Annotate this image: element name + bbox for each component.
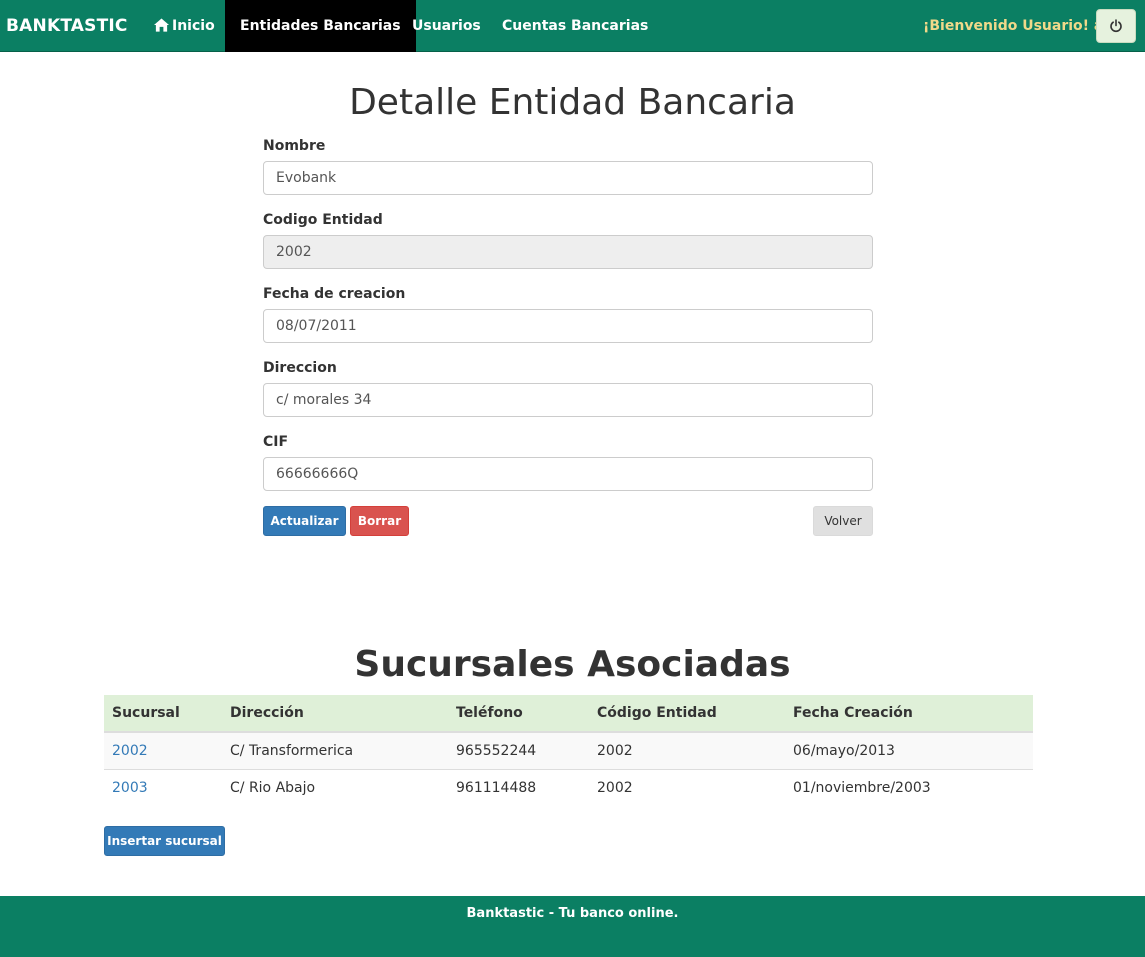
column-header-sucursal: Sucursal: [104, 695, 222, 733]
field-label: Codigo Entidad: [263, 212, 383, 228]
table-cell: 06/mayo/2013: [785, 731, 1033, 769]
direccion-input[interactable]: c/ morales 34: [263, 383, 873, 417]
update-button[interactable]: Actualizar: [263, 506, 346, 536]
delete-button[interactable]: Borrar: [350, 506, 409, 536]
column-header-direccion: Dirección: [222, 695, 448, 733]
field-nombre: Nombre Evobank: [263, 136, 873, 210]
field-label: Nombre: [263, 138, 326, 154]
nav-item-cuentas-bancarias[interactable]: Cuentas Bancarias: [487, 0, 663, 52]
branches-title: Sucursales Asociadas: [354, 644, 791, 685]
column-header-fecha-creacion: Fecha Creación: [785, 695, 1033, 733]
nav-item-label: Inicio: [172, 18, 215, 34]
field-direccion: Direccion c/ morales 34: [263, 358, 873, 432]
field-label: Direccion: [263, 360, 337, 376]
nav-item-inicio[interactable]: Inicio: [139, 0, 230, 52]
back-button[interactable]: Volver: [813, 506, 873, 536]
table-header-row: Sucursal Dirección Teléfono Código Entid…: [104, 695, 1033, 733]
column-header-codigo-entidad: Código Entidad: [589, 695, 785, 733]
insert-branch-button[interactable]: Insertar sucursal: [104, 826, 225, 856]
nav-item-entidades-bancarias[interactable]: Entidades Bancarias: [225, 0, 416, 52]
table-cell: C/ Transformerica: [222, 731, 448, 769]
field-cif: CIF 66666666Q: [263, 432, 873, 506]
table-row: 2003 C/ Rio Abajo 961114488 2002 01/novi…: [104, 768, 1033, 806]
table-cell: 2002: [589, 731, 785, 769]
table-cell: C/ Rio Abajo: [222, 768, 448, 806]
column-header-telefono: Teléfono: [448, 695, 589, 733]
footer-text: Banktastic - Tu banco online.: [466, 906, 679, 921]
power-icon: [1110, 19, 1122, 33]
table-cell: 01/noviembre/2003: [785, 768, 1033, 806]
field-label: Fecha de creacion: [263, 286, 406, 302]
logout-button[interactable]: [1096, 9, 1136, 43]
field-fecha-creacion: Fecha de creacion 08/07/2011: [263, 284, 873, 358]
fecha-creacion-input[interactable]: 08/07/2011: [263, 309, 873, 343]
footer: Banktastic - Tu banco online.: [0, 896, 1145, 957]
nombre-input[interactable]: Evobank: [263, 161, 873, 195]
branches-table: Sucursal Dirección Teléfono Código Entid…: [104, 695, 1033, 806]
field-label: CIF: [263, 434, 289, 450]
top-navbar: BANKTASTIC Inicio Entidades Bancarias Us…: [0, 0, 1145, 52]
field-codigo-entidad: Codigo Entidad 2002: [263, 210, 873, 284]
cif-input[interactable]: 66666666Q: [263, 457, 873, 491]
entity-detail-form: Nombre Evobank Codigo Entidad 2002 Fecha…: [263, 136, 873, 506]
home-icon: [154, 18, 169, 32]
table-cell: 2002: [589, 768, 785, 806]
codigo-entidad-input: 2002: [263, 235, 873, 269]
table-row: 2002 C/ Transformerica 965552244 2002 06…: [104, 731, 1033, 769]
branch-link[interactable]: 2003: [112, 780, 148, 796]
branch-link[interactable]: 2002: [112, 743, 148, 759]
nav-item-usuarios[interactable]: Usuarios: [397, 0, 496, 52]
brand-logo[interactable]: BANKTASTIC: [6, 0, 128, 52]
page-title: Detalle Entidad Bancaria: [349, 82, 796, 123]
welcome-message: ¡Bienvenido Usuario! a: [923, 18, 1104, 34]
table-cell: 961114488: [448, 768, 589, 806]
table-cell: 965552244: [448, 731, 589, 769]
